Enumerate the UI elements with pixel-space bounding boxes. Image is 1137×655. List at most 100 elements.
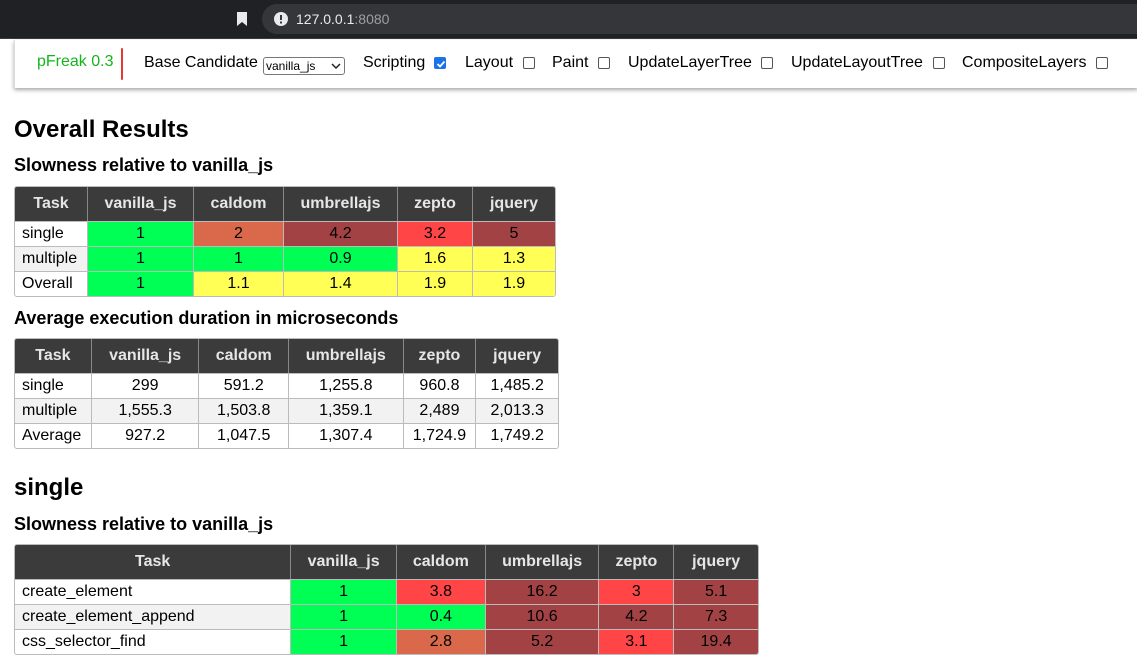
overall-slowness-table: Task vanilla_js caldom umbrellajs zepto … (14, 186, 556, 297)
table-header-row: Task vanilla_js caldom umbrellajs zepto … (15, 187, 555, 221)
option-layout-checkbox[interactable] (523, 57, 535, 69)
info-icon[interactable] (274, 12, 288, 26)
table-row: multiple 1 1 0.9 1.6 1.3 (15, 246, 555, 271)
task-cell: Average (15, 423, 92, 448)
value-cell: 591.2 (199, 373, 289, 398)
value-cell: 0.4 (396, 604, 486, 629)
value-cell: 1 (88, 221, 194, 246)
value-cell: 16.2 (485, 579, 600, 604)
value-cell: 3.8 (396, 579, 486, 604)
value-cell: 1,255.8 (289, 373, 404, 398)
value-cell: 1 (88, 246, 194, 271)
column-header: Task (15, 545, 292, 579)
value-cell: 1,503.8 (199, 398, 289, 423)
column-header: caldom (199, 339, 289, 373)
value-cell: 10.6 (485, 604, 600, 629)
option-updatelayouttree-label: UpdateLayoutTree (791, 54, 923, 71)
task-cell: Overall (15, 271, 88, 296)
task-cell: single (15, 221, 88, 246)
value-cell: 1.6 (398, 246, 473, 271)
table-row: single 299 591.2 1,255.8 960.8 1,485.2 (15, 373, 558, 398)
value-cell: 1 (291, 604, 397, 629)
value-cell: 1,047.5 (199, 423, 289, 448)
column-header: Task (15, 339, 92, 373)
value-cell: 4.2 (284, 221, 398, 246)
url-text: 127.0.0.1:8080 (296, 11, 389, 27)
bookmark-icon[interactable] (236, 12, 248, 26)
value-cell: 19.4 (674, 629, 758, 654)
value-cell: 5 (473, 221, 555, 246)
checkmark-icon (436, 60, 446, 68)
table-row: multiple 1,555.3 1,503.8 1,359.1 2,489 2… (15, 398, 558, 423)
option-scripting-label: Scripting (363, 54, 426, 71)
column-header: caldom (194, 187, 284, 221)
base-candidate-label: Base Candidate (144, 54, 258, 71)
column-header: jquery (473, 187, 555, 221)
column-header: jquery (674, 545, 758, 579)
option-compositelayers-label: CompositeLayers (962, 54, 1087, 71)
option-scripting-checkbox[interactable] (434, 57, 446, 69)
value-cell: 5.1 (674, 579, 758, 604)
column-header: zepto (403, 339, 477, 373)
task-cell: multiple (15, 398, 92, 423)
value-cell: 1,555.3 (91, 398, 200, 423)
option-paint-checkbox[interactable] (598, 57, 610, 69)
base-candidate-value: vanilla_js (266, 59, 316, 73)
option-updatelayouttree-checkbox[interactable] (933, 57, 945, 69)
base-candidate-select[interactable]: vanilla_js (263, 57, 345, 75)
value-cell: 1.4 (284, 271, 398, 296)
value-cell: 1,307.4 (289, 423, 404, 448)
option-paint-label: Paint (552, 54, 589, 71)
column-header: umbrellajs (289, 339, 404, 373)
value-cell: 1.9 (473, 271, 555, 296)
task-cell: multiple (15, 246, 88, 271)
column-header: Task (15, 187, 88, 221)
table-row: create_element 1 3.8 16.2 3 5.1 (15, 579, 758, 604)
option-updatelayertree-checkbox[interactable] (761, 57, 773, 69)
column-header: umbrellajs (284, 187, 398, 221)
overall-duration-table: Task vanilla_js caldom umbrellajs zepto … (14, 338, 559, 449)
overall-slowness-heading: Slowness relative to vanilla_js (14, 155, 274, 175)
brand-divider (121, 48, 123, 80)
value-cell: 2,489 (403, 398, 477, 423)
address-bar[interactable]: 127.0.0.1:8080 (262, 4, 1137, 34)
column-header: vanilla_js (91, 339, 200, 373)
value-cell: 3.1 (599, 629, 675, 654)
task-cell: single (15, 373, 92, 398)
table-row: css_selector_find 1 2.8 5.2 3.1 19.4 (15, 629, 758, 654)
value-cell: 1.9 (398, 271, 473, 296)
option-layout-label: Layout (465, 54, 514, 71)
task-cell: css_selector_find (15, 629, 292, 654)
browser-toolbar: 127.0.0.1:8080 (0, 0, 1137, 39)
value-cell: 3 (599, 579, 675, 604)
value-cell: 1,359.1 (289, 398, 404, 423)
single-slowness-table: Task vanilla_js caldom umbrellajs zepto … (14, 544, 759, 655)
table-header-row: Task vanilla_js caldom umbrellajs zepto … (15, 339, 558, 373)
option-compositelayers-checkbox[interactable] (1096, 57, 1108, 69)
value-cell: 1,485.2 (476, 373, 558, 398)
value-cell: 4.2 (599, 604, 675, 629)
column-header: vanilla_js (88, 187, 194, 221)
column-header: zepto (398, 187, 473, 221)
column-header: umbrellajs (485, 545, 600, 579)
value-cell: 0.9 (284, 246, 398, 271)
option-updatelayertree-label: UpdateLayerTree (628, 54, 752, 71)
table-row: Average 927.2 1,047.5 1,307.4 1,724.9 1,… (15, 423, 558, 448)
value-cell: 1 (194, 246, 284, 271)
chevron-down-icon (331, 63, 341, 70)
value-cell: 2,013.3 (476, 398, 558, 423)
value-cell: 1 (291, 579, 397, 604)
table-row: Overall 1 1.1 1.4 1.9 1.9 (15, 271, 555, 296)
task-cell: create_element_append (15, 604, 292, 629)
value-cell: 7.3 (674, 604, 758, 629)
value-cell: 927.2 (91, 423, 200, 448)
value-cell: 3.2 (398, 221, 473, 246)
table-row: create_element_append 1 0.4 10.6 4.2 7.3 (15, 604, 758, 629)
value-cell: 5.2 (485, 629, 600, 654)
task-cell: create_element (15, 579, 292, 604)
value-cell: 2 (194, 221, 284, 246)
table-header-row: Task vanilla_js caldom umbrellajs zepto … (15, 545, 758, 579)
column-header: jquery (476, 339, 558, 373)
value-cell: 1,749.2 (476, 423, 558, 448)
value-cell: 960.8 (403, 373, 477, 398)
